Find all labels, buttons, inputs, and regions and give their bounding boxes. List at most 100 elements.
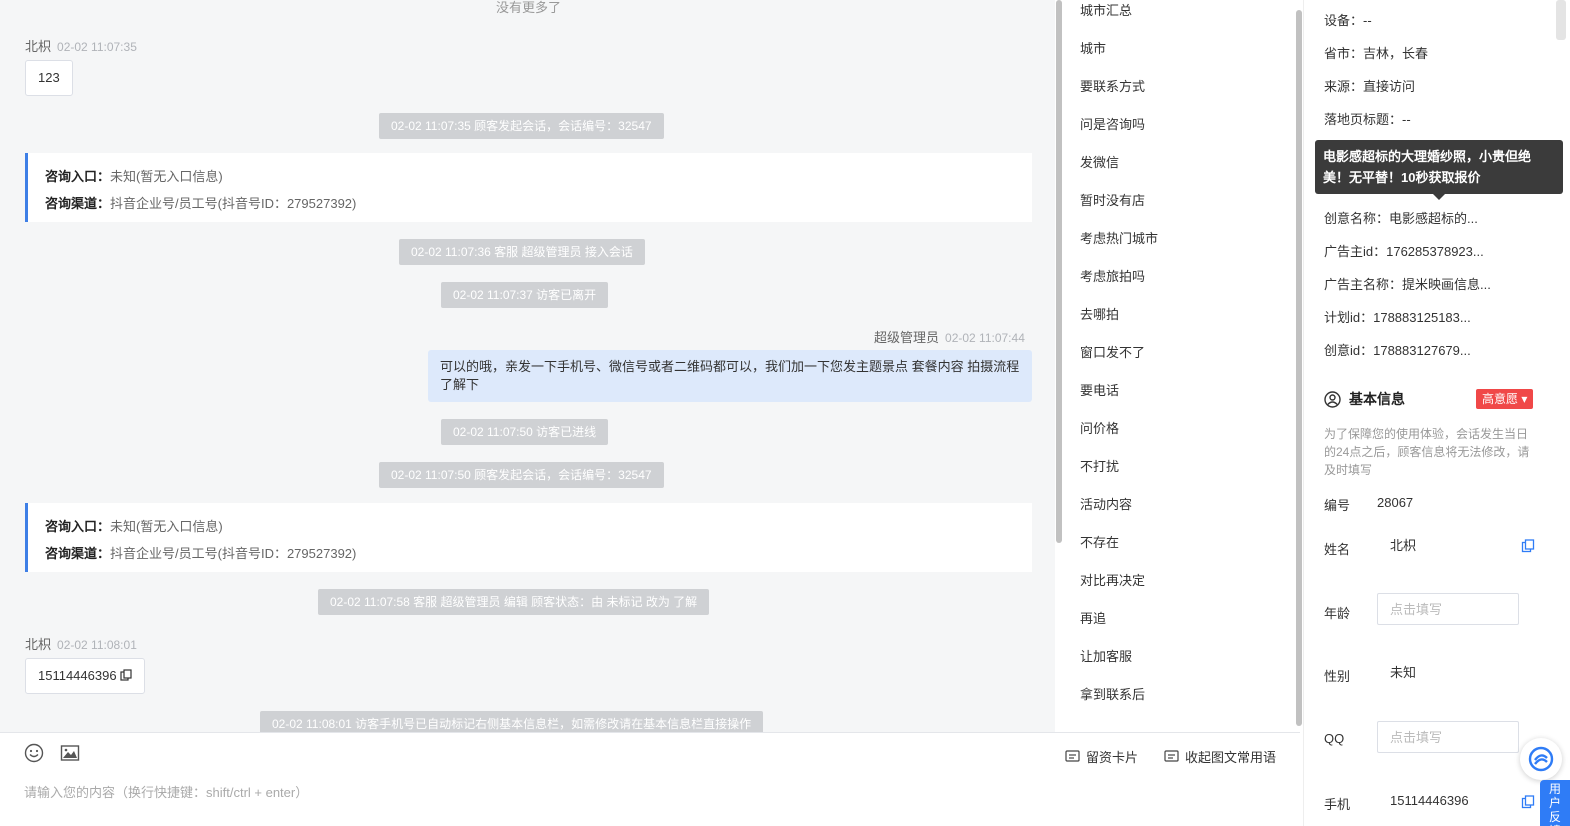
system-message: 02-02 11:08:01 访客手机号已自动标记右侧基本信息栏，如需修改请在基…	[260, 711, 764, 732]
message-time: 02-02 11:07:44	[945, 331, 1025, 345]
message-bubble: 可以的哦，亲发一下手机号、微信号或者二维码都可以，我们加一下您发主题景点 套餐内…	[428, 350, 1032, 402]
quick-reply-item[interactable]: 问是咨询吗	[1080, 114, 1145, 133]
message-bubble: 15114446396	[25, 658, 146, 694]
quick-reply-item[interactable]: 对比再决定	[1080, 570, 1145, 589]
card-channel-value: 抖音企业号/员工号(抖音号ID：279527392)	[110, 196, 357, 211]
quick-reply-item[interactable]: 拿到联系后	[1080, 684, 1145, 703]
system-message: 02-02 11:07:50 访客已进线	[441, 419, 609, 445]
feedback-button[interactable]: 用户反馈	[1540, 780, 1570, 826]
info-creative-id: 创意id：178883127679...	[1324, 343, 1471, 358]
quick-reply-item[interactable]: 城市	[1080, 38, 1106, 57]
age-input[interactable]	[1377, 593, 1519, 625]
quick-reply-item[interactable]: 发微信	[1080, 152, 1119, 171]
quick-reply-item[interactable]: 问价格	[1080, 418, 1119, 437]
qq-label: QQ	[1324, 731, 1345, 746]
source-card: 咨询入口：未知(暂无入口信息) 咨询渠道：抖音企业号/员工号(抖音号ID：279…	[25, 503, 1032, 572]
system-message: 02-02 11:07:50 顾客发起会话，会话编号：32547	[379, 462, 664, 488]
card-channel-label: 咨询渠道：	[45, 196, 111, 211]
quick-reply-item[interactable]: 城市汇总	[1080, 0, 1132, 19]
card-channel-row: 咨询渠道：抖音企业号/员工号(抖音号ID：279527392)	[45, 540, 1015, 567]
collapse-phrases-button[interactable]: 收起图文常用语	[1164, 747, 1276, 766]
info-device: 设备：--	[1324, 13, 1372, 28]
system-message: 02-02 11:07:35 顾客发起会话，会话编号：32547	[379, 113, 664, 139]
quick-reply-scrollbar[interactable]	[1296, 10, 1302, 726]
quick-reply-item[interactable]: 考虑旅拍吗	[1080, 266, 1145, 285]
edit-notice: 为了保障您的使用体验，会话发生当日的24点之后，顾客信息将无法修改，请及时填写	[1324, 427, 1530, 477]
source-card: 咨询入口：未知(暂无入口信息) 咨询渠道：抖音企业号/员工号(抖音号ID：279…	[25, 153, 1032, 222]
card-entry-label: 咨询入口：	[45, 169, 111, 184]
image-icon[interactable]	[60, 743, 80, 763]
info-plan-id: 计划id：178883125183...	[1324, 310, 1471, 325]
quick-reply-item[interactable]: 再追	[1080, 608, 1106, 627]
intent-badge-label: 高意愿	[1482, 392, 1519, 406]
system-message: 02-02 11:07:36 客服 超级管理员 接入会话	[399, 239, 645, 265]
message-meta: 北枳 02-02 11:07:35	[25, 36, 137, 55]
quick-reply-item[interactable]: 窗口发不了	[1080, 342, 1145, 361]
chat-area[interactable]: 没有更多了 北枳 02-02 11:07:35 123 02-02 11:07:3…	[0, 0, 1055, 732]
assistant-button[interactable]	[1520, 738, 1562, 780]
phone-label: 手机	[1324, 797, 1351, 812]
copy-icon[interactable]	[1521, 795, 1535, 809]
lead-card-label: 留资卡片	[1086, 750, 1139, 765]
name-label: 姓名	[1324, 542, 1351, 557]
customer-info-panel: 设备：-- 省市：吉林，长春 来源：直接访问 落地页标题：-- 创意名称：电影感…	[1303, 0, 1570, 826]
info-region: 省市：吉林，长春	[1324, 46, 1429, 61]
qq-input[interactable]	[1377, 721, 1519, 753]
user-icon	[1324, 390, 1341, 408]
system-message: 02-02 11:07:58 客服 超级管理员 编辑 顾客状态：由 未标记 改为…	[318, 589, 710, 615]
quick-reply-item[interactable]: 不存在	[1080, 532, 1119, 551]
name-field[interactable]: 北枳	[1377, 530, 1519, 562]
quick-reply-item[interactable]: 不打扰	[1080, 456, 1119, 475]
creative-name-tooltip: 电影感超标的大理婚纱照，小贵但绝美！无平替！10秒获取报价	[1315, 140, 1563, 200]
collapse-phrases-label: 收起图文常用语	[1185, 750, 1277, 765]
basic-info-title: 基本信息	[1324, 389, 1405, 409]
info-advertiser-id: 广告主id：176285378923...	[1324, 244, 1484, 259]
message-bubble: 123	[25, 60, 73, 96]
message-input[interactable]: 请输入您的内容（换行快捷键：shift/ctrl + enter）	[24, 782, 308, 801]
assistant-icon	[1528, 746, 1554, 772]
card-entry-row: 咨询入口：未知(暂无入口信息)	[45, 163, 1015, 190]
intent-badge[interactable]: 高意愿 ▾	[1476, 389, 1534, 409]
quick-reply-list: 城市汇总 城市 要联系方式 问是咨询吗 发微信 暂时没有店 考虑热门城市 考虑旅…	[1063, 0, 1298, 732]
info-source: 来源：直接访问	[1324, 79, 1416, 94]
info-creative-name: 创意名称：电影感超标的...	[1324, 211, 1478, 226]
quick-reply-item[interactable]: 暂时没有店	[1080, 190, 1145, 209]
id-label: 编号	[1324, 498, 1351, 513]
id-value: 28067	[1377, 495, 1414, 510]
basic-info-label: 基本信息	[1349, 391, 1405, 407]
card-channel-value: 抖音企业号/员工号(抖音号ID：279527392)	[110, 546, 357, 561]
card-channel-row: 咨询渠道：抖音企业号/员工号(抖音号ID：279527392)	[45, 190, 1015, 217]
sender-name: 北枳	[25, 39, 52, 54]
card-entry-value: 未知(暂无入口信息)	[110, 519, 223, 534]
panel-scrollbar[interactable]	[1556, 0, 1566, 40]
quick-reply-item[interactable]: 让加客服	[1080, 646, 1132, 665]
message-icon	[1164, 750, 1179, 762]
quick-reply-item[interactable]: 考虑热门城市	[1080, 228, 1158, 247]
message-composer: 留资卡片 收起图文常用语 请输入您的内容（换行快捷键：shift/ctrl + …	[0, 732, 1300, 826]
chat-scrollbar[interactable]	[1056, 0, 1062, 543]
quick-reply-item[interactable]: 活动内容	[1080, 494, 1132, 513]
gender-select[interactable]: 未知	[1377, 657, 1519, 689]
age-label: 年龄	[1324, 606, 1351, 621]
card-entry-row: 咨询入口：未知(暂无入口信息)	[45, 513, 1015, 540]
sender-name: 北枳	[25, 637, 52, 652]
info-advertiser-name: 广告主名称：提米映画信息...	[1324, 277, 1491, 292]
system-message: 02-02 11:07:37 访客已离开	[441, 282, 609, 308]
lead-card-button[interactable]: 留资卡片	[1065, 747, 1138, 766]
card-icon	[1065, 750, 1080, 762]
copy-icon[interactable]	[120, 669, 132, 681]
info-landing-title: 落地页标题：--	[1324, 112, 1411, 127]
no-more-label: 没有更多了	[496, 0, 562, 15]
message-text: 15114446396	[38, 668, 117, 683]
phone-field[interactable]: 15114446396	[1377, 785, 1519, 817]
quick-reply-item[interactable]: 去哪拍	[1080, 304, 1119, 323]
message-meta: 北枳 02-02 11:08:01	[25, 634, 137, 653]
quick-reply-item[interactable]: 要电话	[1080, 380, 1119, 399]
message-meta: 超级管理员 02-02 11:07:44	[874, 327, 1025, 346]
caret-down-icon: ▾	[1521, 392, 1528, 406]
emoji-icon[interactable]	[24, 743, 44, 763]
card-channel-label: 咨询渠道：	[45, 546, 111, 561]
message-time: 02-02 11:07:35	[57, 40, 137, 54]
copy-icon[interactable]	[1521, 539, 1535, 553]
quick-reply-item[interactable]: 要联系方式	[1080, 76, 1145, 95]
